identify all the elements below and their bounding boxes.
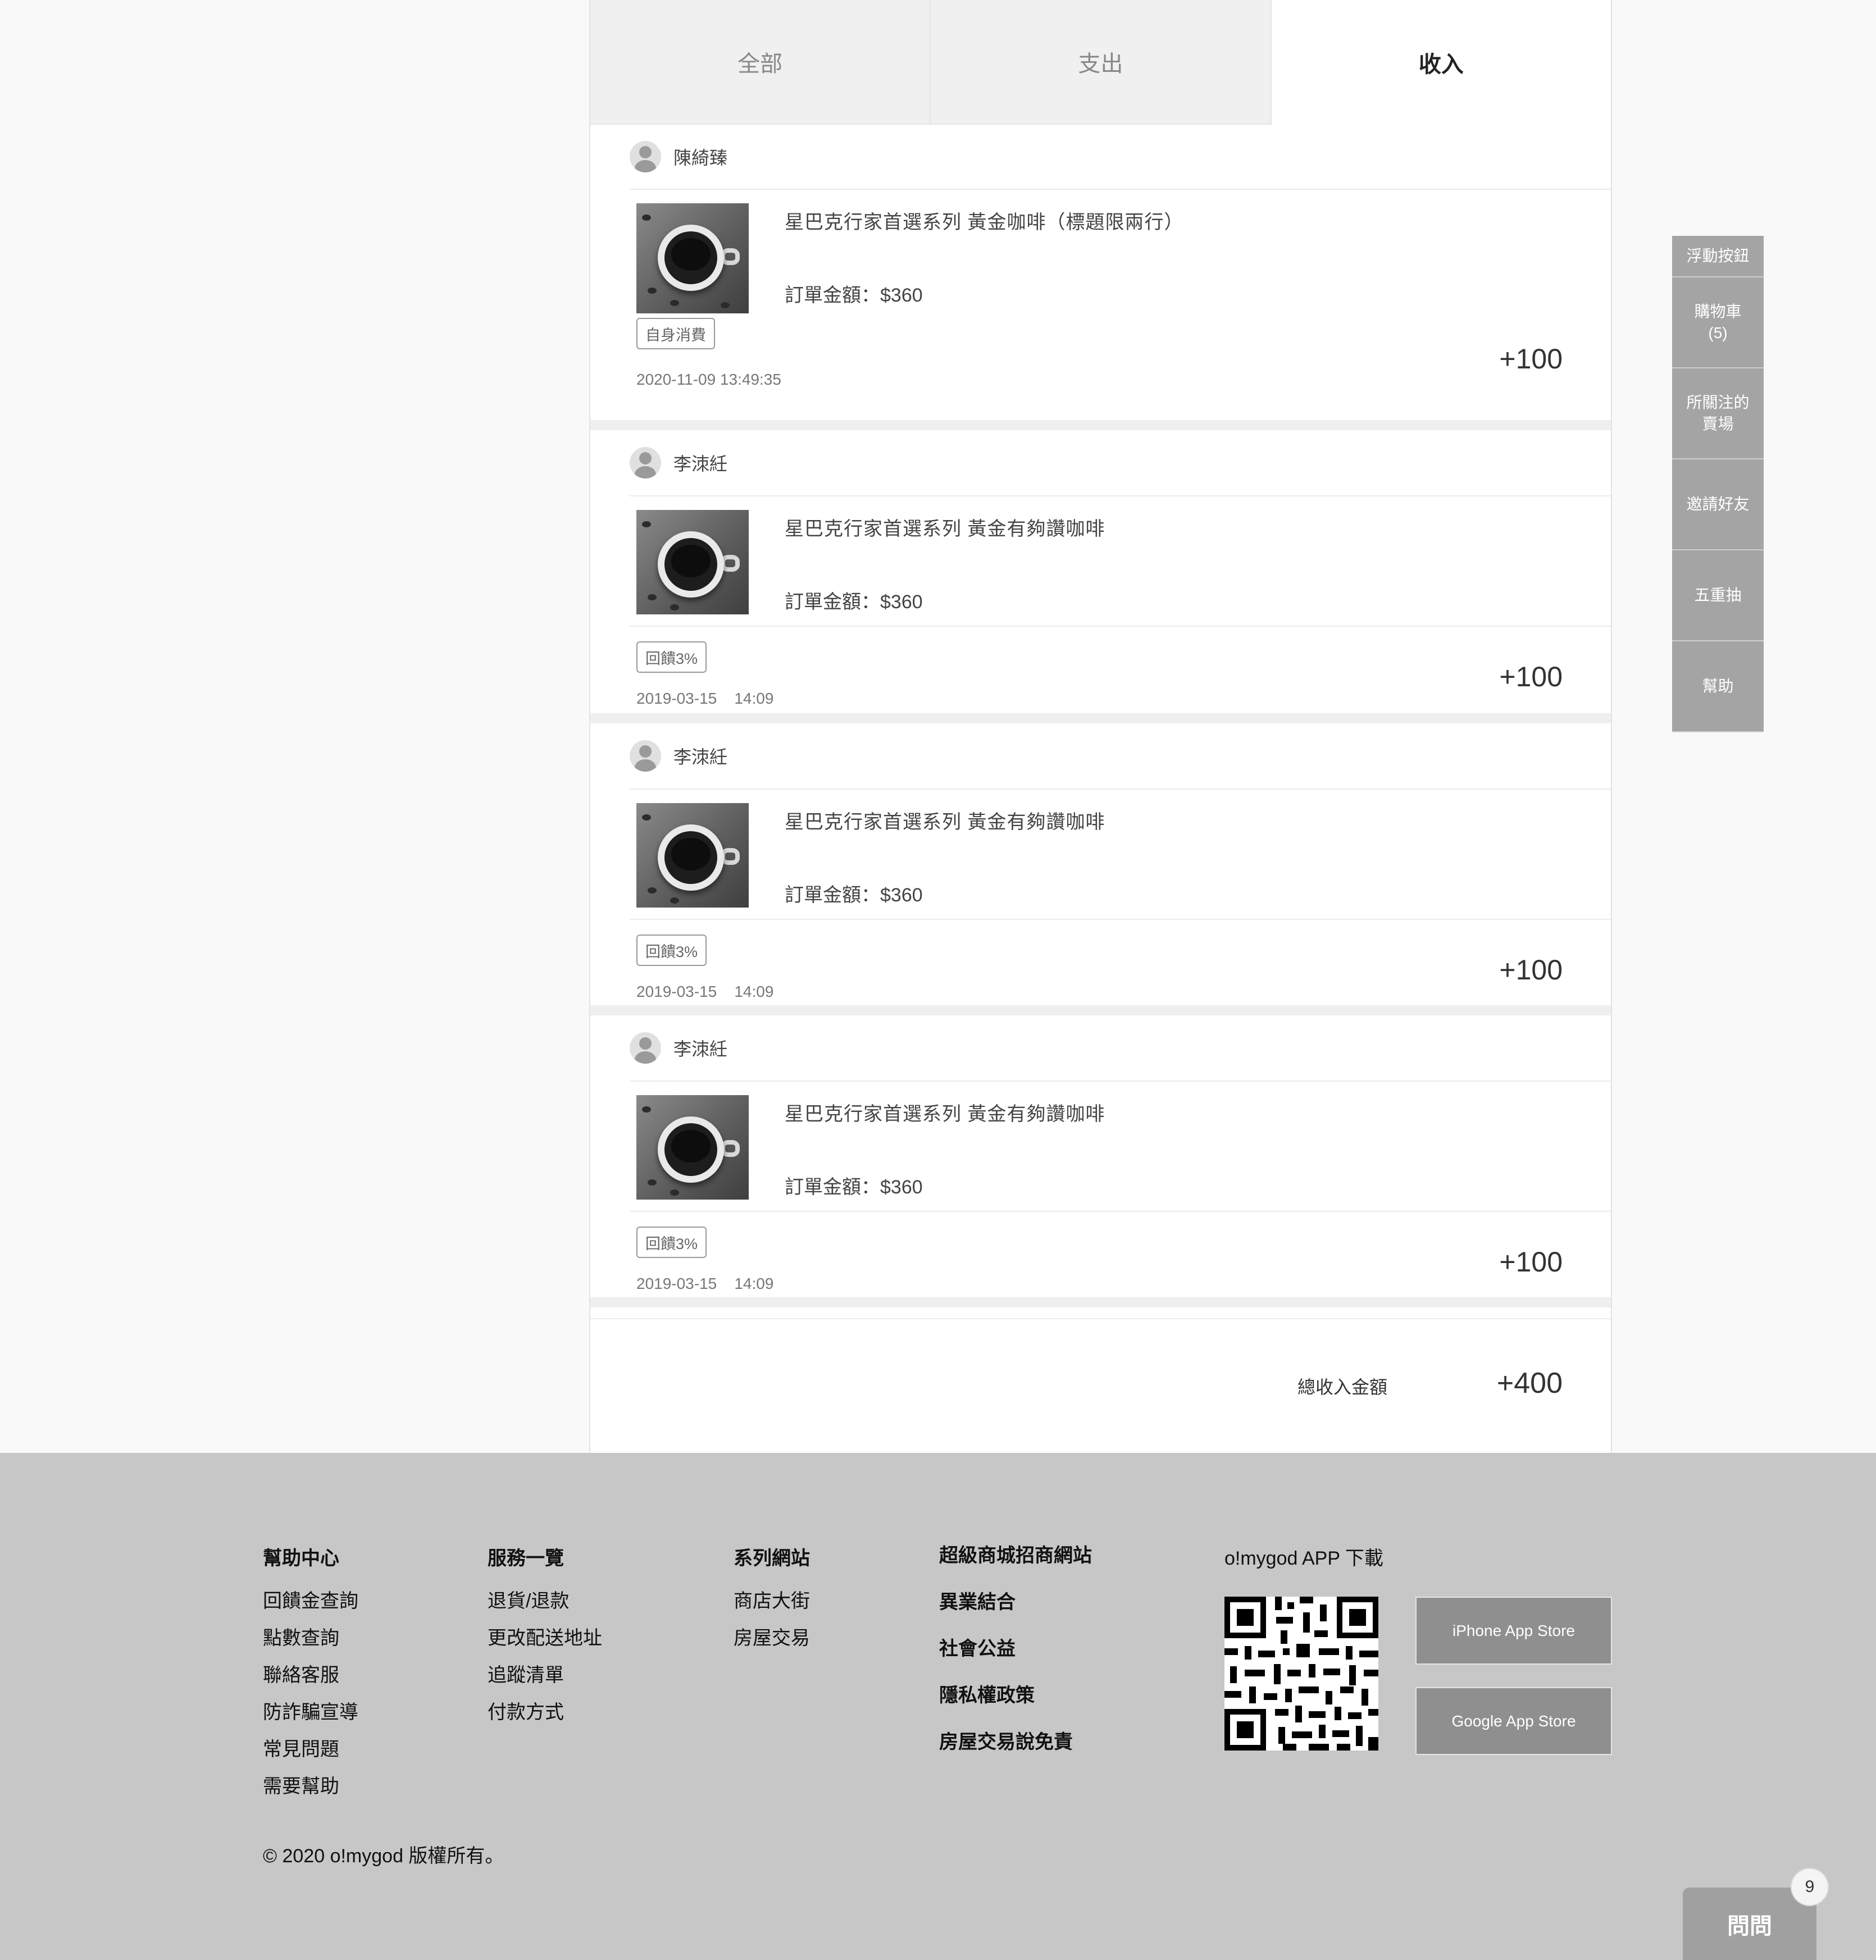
product-title: 星巴克行家首選系列 黃金有夠讚咖啡 <box>785 518 1105 540</box>
total-income-value: +400 <box>1496 1367 1563 1400</box>
footer-link[interactable]: 商店大街 <box>734 1583 810 1620</box>
followed-stores-button[interactable]: 所關注的 賣場 <box>1672 368 1764 459</box>
footer-link[interactable]: 常見問題 <box>263 1731 358 1768</box>
product-title: 星巴克行家首選系列 黃金咖啡（標題限兩行） <box>785 212 1184 233</box>
user-name: 李洓紝 <box>673 454 728 474</box>
income-entry: 李洓紝 星巴克行家首選系列 黃金有夠讚咖啡 訂單金額：$360 回饋3% 201… <box>590 430 1611 723</box>
order-amount: 訂單金額：$360 <box>785 285 923 306</box>
product-item[interactable]: 星巴克行家首選系列 黃金咖啡（標題限兩行） 訂單金額：$360 <box>630 190 1611 319</box>
tab-all[interactable]: 全部 <box>590 0 931 125</box>
avatar <box>630 447 661 478</box>
footer-heading: 幫助中心 <box>263 1548 339 1569</box>
app-download-title: o!mygod APP 下載 <box>1224 1548 1383 1569</box>
footer: 幫助中心 回饋金查詢 點數查詢 聯絡客服 防詐騙宣導 常見問題 需要幫助 服務一… <box>0 1453 1876 1960</box>
order-amount: 訂單金額：$360 <box>785 591 923 613</box>
entry-amount: +100 <box>1499 954 1563 986</box>
avatar <box>630 740 661 772</box>
invite-friends-button[interactable]: 邀請好友 <box>1672 459 1764 550</box>
entry-amount: +100 <box>1499 661 1563 692</box>
entry-date: 2019-03-15 14:09 <box>636 1275 774 1292</box>
coffee-thumbnail <box>636 1095 749 1200</box>
entry-date: 2019-03-15 14:09 <box>636 690 774 707</box>
product-item[interactable]: 星巴克行家首選系列 黃金有夠讚咖啡 訂單金額：$360 <box>630 790 1611 920</box>
entry-amount: +100 <box>1499 343 1563 375</box>
tab-bar: 全部 支出 收入 <box>590 0 1611 125</box>
tab-expense[interactable]: 支出 <box>931 0 1272 125</box>
product-item[interactable]: 星巴克行家首選系列 黃金有夠讚咖啡 訂單金額：$360 <box>630 1082 1611 1212</box>
order-amount: 訂單金額：$360 <box>785 885 923 906</box>
entry-user-row: 李洓紝 <box>630 1015 1611 1082</box>
avatar <box>630 141 661 172</box>
income-history-panel: 全部 支出 收入 陳綺臻 星巴克行家首選系列 黃金咖啡（標題限兩行） 訂單金額：… <box>589 0 1612 1453</box>
footer-link[interactable]: 防詐騙宣導 <box>263 1694 358 1731</box>
user-name: 陳綺臻 <box>673 148 728 168</box>
footer-link[interactable]: 付款方式 <box>488 1694 602 1731</box>
entry-user-row: 李洓紝 <box>630 430 1611 496</box>
footer-help-column: 幫助中心 回饋金查詢 點數查詢 聯絡客服 防詐騙宣導 常見問題 需要幫助 <box>263 1543 358 1805</box>
footer-link[interactable]: 隱私權政策 <box>939 1672 1092 1719</box>
coffee-thumbnail <box>636 203 749 313</box>
qr-code-icon <box>1224 1597 1378 1751</box>
footer-link[interactable]: 異業結合 <box>939 1579 1092 1626</box>
footer-link[interactable]: 追蹤清單 <box>488 1657 602 1694</box>
income-entry: 李洓紝 星巴克行家首選系列 黃金有夠讚咖啡 訂單金額：$360 回饋3% 201… <box>590 1015 1611 1307</box>
avatar <box>630 1032 661 1064</box>
footer-link[interactable]: 退貨/退款 <box>488 1583 602 1620</box>
iphone-app-store-button[interactable]: iPhone App Store <box>1415 1597 1612 1665</box>
footer-sites-column: 系列網站 商店大街 房屋交易 <box>734 1543 810 1657</box>
entry-user-row: 李洓紝 <box>630 723 1611 790</box>
google-app-store-button[interactable]: Google App Store <box>1415 1687 1612 1755</box>
floating-side-menu: 浮動按鈕 購物車 (5) 所關注的 賣場 邀請好友 五重抽 幫助 <box>1672 236 1764 732</box>
entry-meta: 回饋3% 2019-03-15 14:09 +100 <box>630 1212 1611 1300</box>
cart-button[interactable]: 購物車 (5) <box>1672 277 1764 368</box>
entry-tag: 回饋3% <box>636 935 707 966</box>
coffee-thumbnail <box>636 803 749 908</box>
income-entry: 李洓紝 星巴克行家首選系列 黃金有夠讚咖啡 訂單金額：$360 回饋3% 201… <box>590 723 1611 1015</box>
five-draw-button[interactable]: 五重抽 <box>1672 550 1764 641</box>
entry-tag: 回饋3% <box>636 1227 707 1258</box>
entry-user-row: 陳綺臻 <box>630 125 1611 190</box>
footer-misc-column: 超級商城招商網站 異業結合 社會公益 隱私權政策 房屋交易說免責 <box>939 1533 1092 1766</box>
entry-meta: 自身消費 2020-11-09 13:49:35 +100 <box>630 318 1611 420</box>
copyright: © 2020 o!mygod 版權所有。 <box>263 1845 504 1867</box>
order-amount: 訂單金額：$360 <box>785 1177 923 1198</box>
footer-link[interactable]: 回饋金查詢 <box>263 1583 358 1620</box>
floating-button[interactable]: 浮動按鈕 <box>1672 236 1764 277</box>
footer-link[interactable]: 房屋交易說免責 <box>939 1719 1092 1766</box>
entry-meta: 回饋3% 2019-03-15 14:09 +100 <box>630 920 1611 1008</box>
product-item[interactable]: 星巴克行家首選系列 黃金有夠讚咖啡 訂單金額：$360 <box>630 496 1611 627</box>
footer-link[interactable]: 點數查詢 <box>263 1620 358 1657</box>
footer-service-column: 服務一覽 退貨/退款 更改配送地址 追蹤清單 付款方式 <box>488 1543 602 1731</box>
notification-badge: 9 <box>1792 1869 1828 1905</box>
footer-link[interactable]: 聯絡客服 <box>263 1657 358 1694</box>
footer-link[interactable]: 超級商城招商網站 <box>939 1533 1092 1579</box>
footer-heading: 系列網站 <box>734 1548 810 1569</box>
footer-link[interactable]: 房屋交易 <box>734 1620 810 1657</box>
entry-date: 2019-03-15 14:09 <box>636 983 774 1000</box>
total-income-row: 總收入金額 +400 <box>590 1318 1611 1453</box>
entry-tag: 自身消費 <box>636 318 715 349</box>
coffee-thumbnail <box>636 510 749 614</box>
product-title: 星巴克行家首選系列 黃金有夠讚咖啡 <box>785 812 1105 833</box>
footer-link[interactable]: 社會公益 <box>939 1626 1092 1672</box>
tab-income[interactable]: 收入 <box>1271 0 1611 125</box>
total-income-label: 總收入金額 <box>1297 1377 1387 1397</box>
footer-heading: 服務一覽 <box>488 1548 564 1569</box>
user-name: 李洓紝 <box>673 1039 728 1059</box>
entry-tag: 回饋3% <box>636 641 707 673</box>
entry-meta: 回饋3% 2019-03-15 14:09 +100 <box>630 627 1611 714</box>
income-entry: 陳綺臻 星巴克行家首選系列 黃金咖啡（標題限兩行） 訂單金額：$360 自身消費… <box>590 125 1611 430</box>
entry-amount: +100 <box>1499 1246 1563 1278</box>
entry-date: 2020-11-09 13:49:35 <box>636 371 781 388</box>
help-button[interactable]: 幫助 <box>1672 641 1764 732</box>
footer-link[interactable]: 更改配送地址 <box>488 1620 602 1657</box>
product-title: 星巴克行家首選系列 黃金有夠讚咖啡 <box>785 1104 1105 1125</box>
user-name: 李洓紝 <box>673 747 728 767</box>
footer-link[interactable]: 需要幫助 <box>263 1768 358 1805</box>
